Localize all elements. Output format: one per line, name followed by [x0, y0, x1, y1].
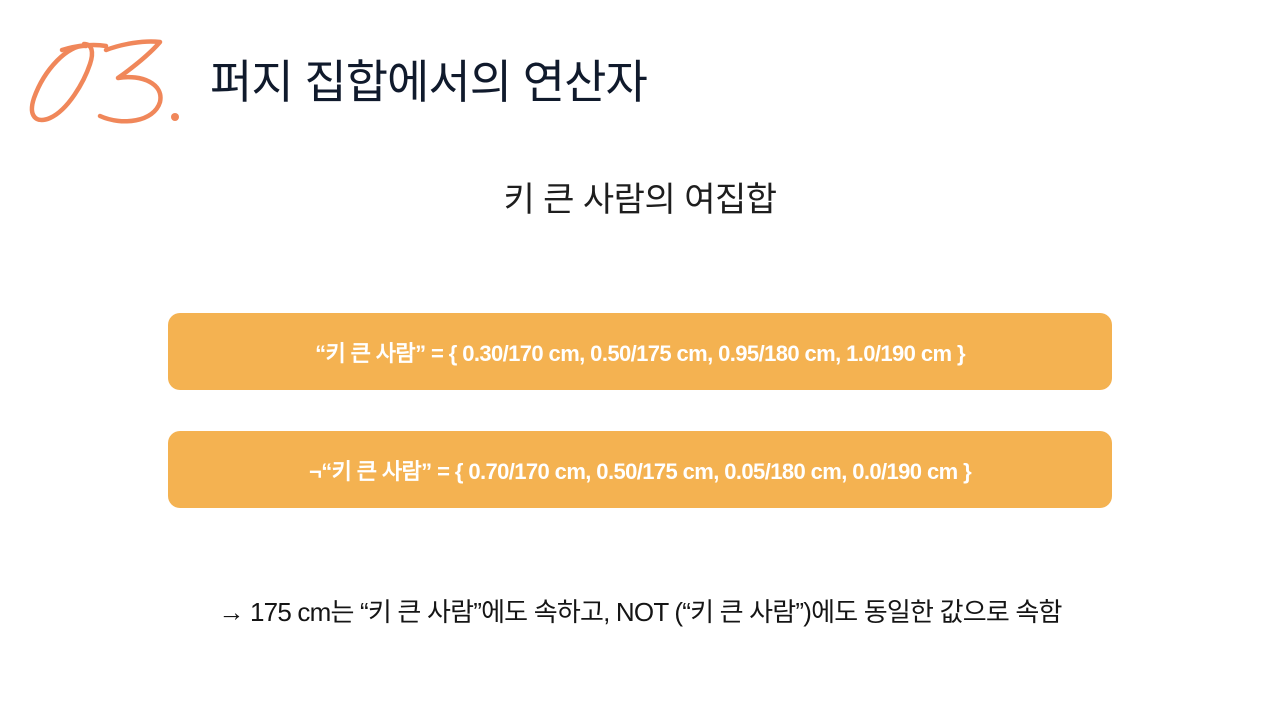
conclusion-note: → 175 cm는 “키 큰 사람”에도 속하고, NOT (“키 큰 사람”)…	[218, 597, 1062, 627]
subtitle: 키 큰 사람의 여집합	[503, 181, 777, 219]
slide-title: 퍼지 집합에서의 연산자	[210, 56, 648, 108]
fuzzy-set-label: “키 큰 사람” = { 0.30/170 cm, 0.50/175 cm, 0…	[315, 340, 965, 366]
fuzzy-set-box: “키 큰 사람” = { 0.30/170 cm, 0.50/175 cm, 0…	[168, 313, 1112, 390]
section-number-lettering	[29, 39, 179, 124]
complement-set-label: ¬“키 큰 사람” = { 0.70/170 cm, 0.50/175 cm, …	[308, 458, 972, 484]
complement-set-box: ¬“키 큰 사람” = { 0.70/170 cm, 0.50/175 cm, …	[168, 431, 1112, 508]
slide: 퍼지 집합에서의 연산자 키 큰 사람의 여집합 “키 큰 사람” = { 0.…	[0, 0, 1280, 720]
